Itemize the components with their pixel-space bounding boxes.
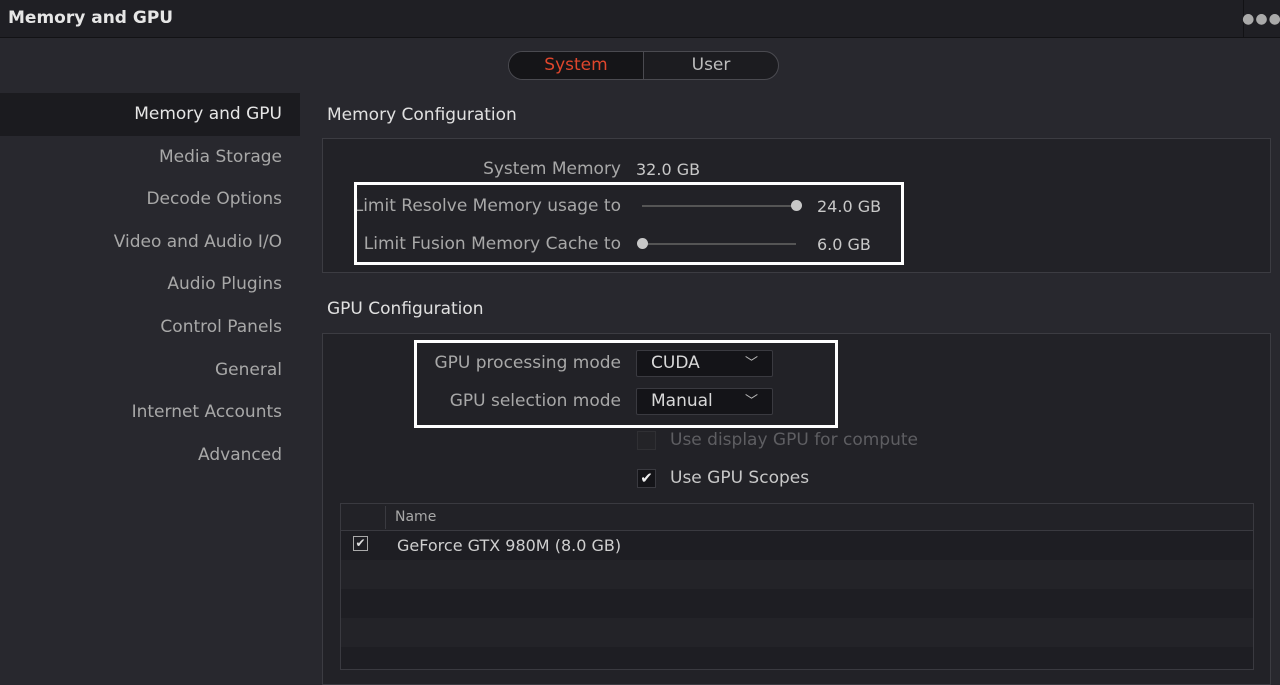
- sidebar-item-memory-and-gpu[interactable]: Memory and GPU: [0, 93, 300, 136]
- system-user-toggle: System User: [508, 51, 779, 80]
- tab-user[interactable]: User: [644, 52, 778, 79]
- memory-highlight-box: [354, 182, 904, 265]
- gpu-scopes-checkbox[interactable]: ✔: [637, 469, 656, 488]
- memory-section-title: Memory Configuration: [327, 105, 517, 125]
- gpu-table-header: Name: [341, 504, 1253, 531]
- display-gpu-label: Use display GPU for compute: [670, 430, 918, 450]
- gpu-highlight-box: [414, 340, 838, 428]
- gpu-table: Name ✔ GeForce GTX 980M (8.0 GB): [340, 503, 1254, 670]
- sidebar: Memory and GPU Media Storage Decode Opti…: [0, 93, 300, 476]
- table-row-empty: [341, 618, 1253, 647]
- gpu-section-title: GPU Configuration: [327, 299, 484, 319]
- column-header-name[interactable]: Name: [395, 509, 436, 525]
- table-row-empty: [341, 560, 1253, 589]
- gpu-row-name: GeForce GTX 980M (8.0 GB): [397, 536, 622, 555]
- system-memory-label: System Memory: [483, 159, 621, 179]
- gpu-row-checkbox[interactable]: ✔: [353, 536, 368, 551]
- display-gpu-checkbox[interactable]: [637, 431, 656, 450]
- window-title: Memory and GPU: [8, 8, 174, 28]
- sidebar-item-video-audio-io[interactable]: Video and Audio I/O: [0, 221, 300, 264]
- sidebar-item-audio-plugins[interactable]: Audio Plugins: [0, 263, 300, 306]
- column-divider: [385, 506, 386, 529]
- table-row-empty: [341, 589, 1253, 618]
- sidebar-item-media-storage[interactable]: Media Storage: [0, 136, 300, 179]
- sidebar-item-general[interactable]: General: [0, 349, 300, 392]
- title-bar: Memory and GPU ●●●: [0, 0, 1280, 38]
- system-memory-value: 32.0 GB: [636, 160, 701, 179]
- table-row[interactable]: ✔ GeForce GTX 980M (8.0 GB): [341, 531, 1253, 560]
- sidebar-item-control-panels[interactable]: Control Panels: [0, 306, 300, 349]
- tab-system[interactable]: System: [509, 52, 644, 79]
- sidebar-item-decode-options[interactable]: Decode Options: [0, 178, 300, 221]
- more-icon[interactable]: ●●●: [1242, 0, 1280, 37]
- sidebar-item-advanced[interactable]: Advanced: [0, 434, 300, 477]
- checkmark-icon: ✔: [640, 469, 653, 487]
- sidebar-item-internet-accounts[interactable]: Internet Accounts: [0, 391, 300, 434]
- gpu-scopes-label: Use GPU Scopes: [670, 468, 810, 488]
